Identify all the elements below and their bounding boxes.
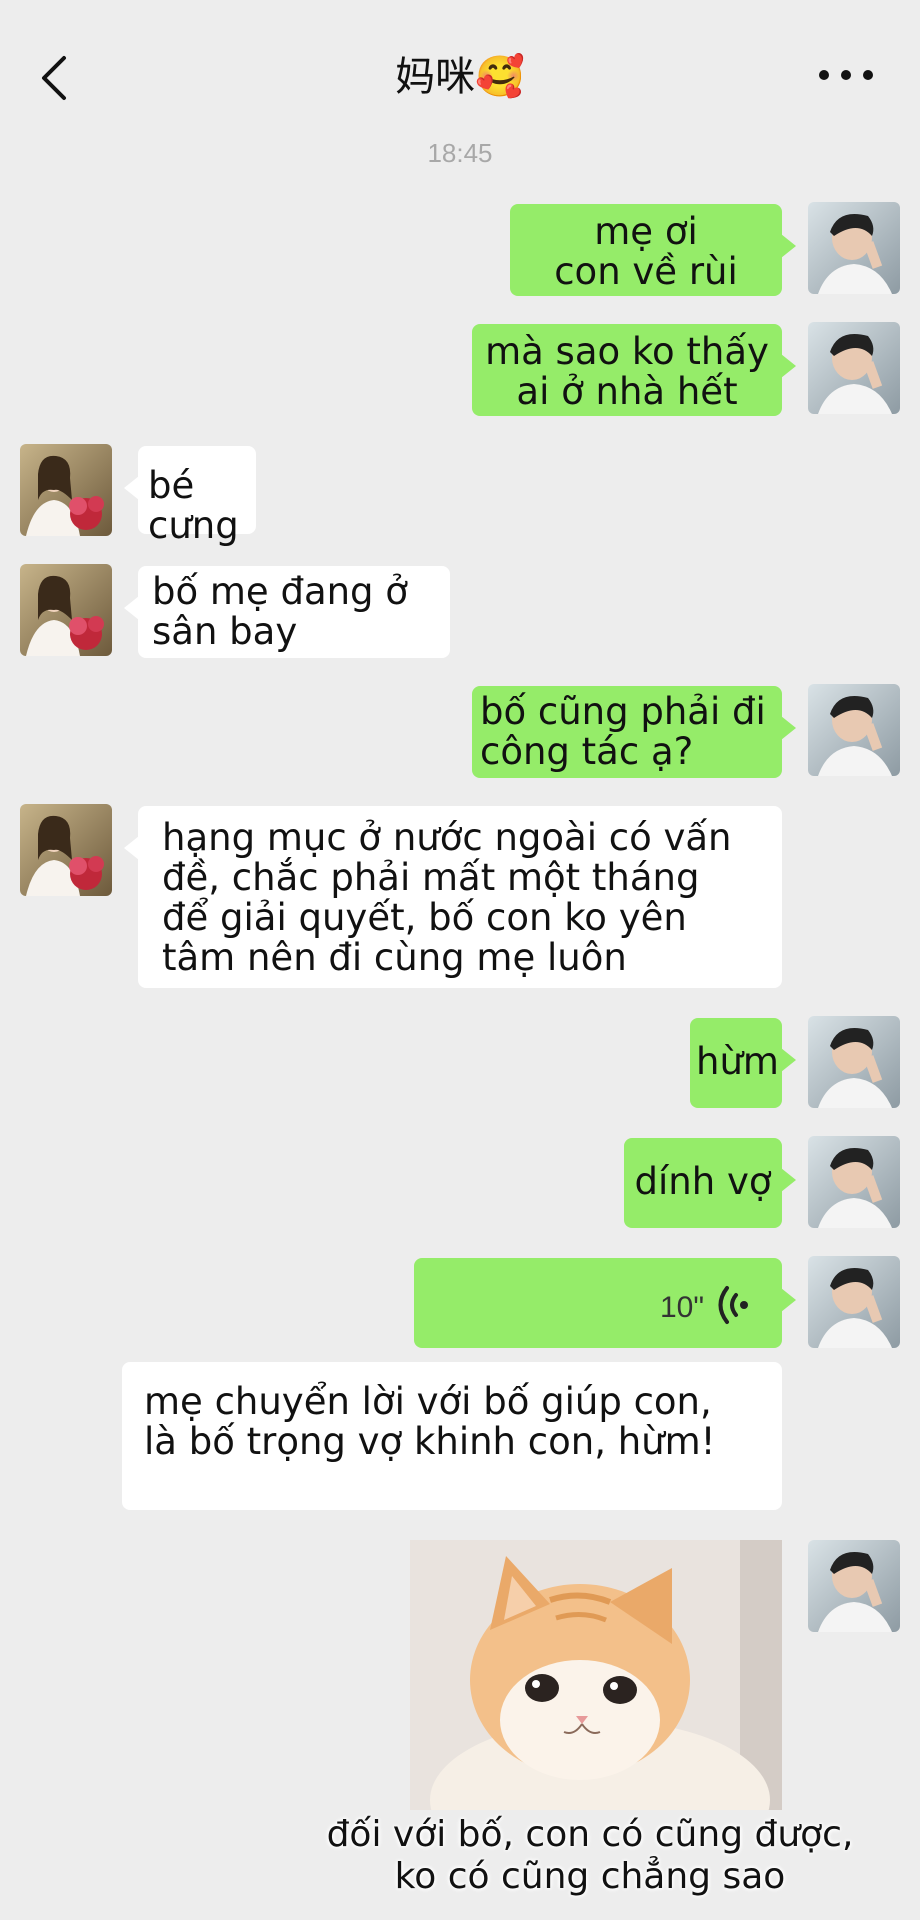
my-avatar[interactable] xyxy=(808,1256,900,1348)
my-avatar[interactable] xyxy=(808,322,900,414)
ellipsis-icon[interactable] xyxy=(816,60,876,90)
message-bubble-sent[interactable]: dính vợ xyxy=(624,1138,796,1228)
mom-avatar[interactable] xyxy=(20,564,112,656)
message-bubble-sent[interactable]: mẹ ơi con về rùi xyxy=(510,204,796,296)
my-avatar[interactable] xyxy=(808,202,900,294)
sad-cat-sticker[interactable] xyxy=(410,1540,782,1810)
my-avatar[interactable] xyxy=(808,1136,900,1228)
my-avatar[interactable] xyxy=(808,1540,900,1632)
message-bubble-received[interactable]: hạng mục ở nước ngoài có vấn đề, chắc ph… xyxy=(124,806,782,988)
chat-header: 妈咪🥰 xyxy=(0,0,920,140)
my-avatar[interactable] xyxy=(808,684,900,776)
voice-duration: 10" xyxy=(659,1291,704,1324)
mom-avatar[interactable] xyxy=(20,444,112,536)
chat-title: 妈咪🥰 xyxy=(395,54,525,100)
my-avatar[interactable] xyxy=(808,1016,900,1108)
mom-avatar[interactable] xyxy=(20,804,112,896)
message-bubble-sent[interactable]: bố cũng phải đi công tác ạ? xyxy=(472,686,796,778)
message-bubble-sent[interactable]: mà sao ko thấy ai ở nhà hết xyxy=(472,324,796,416)
sticker-caption: đối với bố, con có cũng được, ko có cũng… xyxy=(326,1814,854,1897)
message-bubble-received[interactable]: bé cưng xyxy=(124,446,256,546)
message-bubble-sent[interactable]: hừm xyxy=(690,1018,796,1108)
voice-wave-icon xyxy=(718,1286,748,1324)
message-timestamp: 18:45 xyxy=(427,138,493,168)
voice-message-bubble[interactable]: 10" xyxy=(414,1258,796,1348)
message-bubble-text[interactable]: mẹ chuyển lời với bố giúp con, là bố trọ… xyxy=(122,1362,782,1510)
message-bubble-received[interactable]: bố mẹ đang ở sân bay xyxy=(124,566,450,658)
